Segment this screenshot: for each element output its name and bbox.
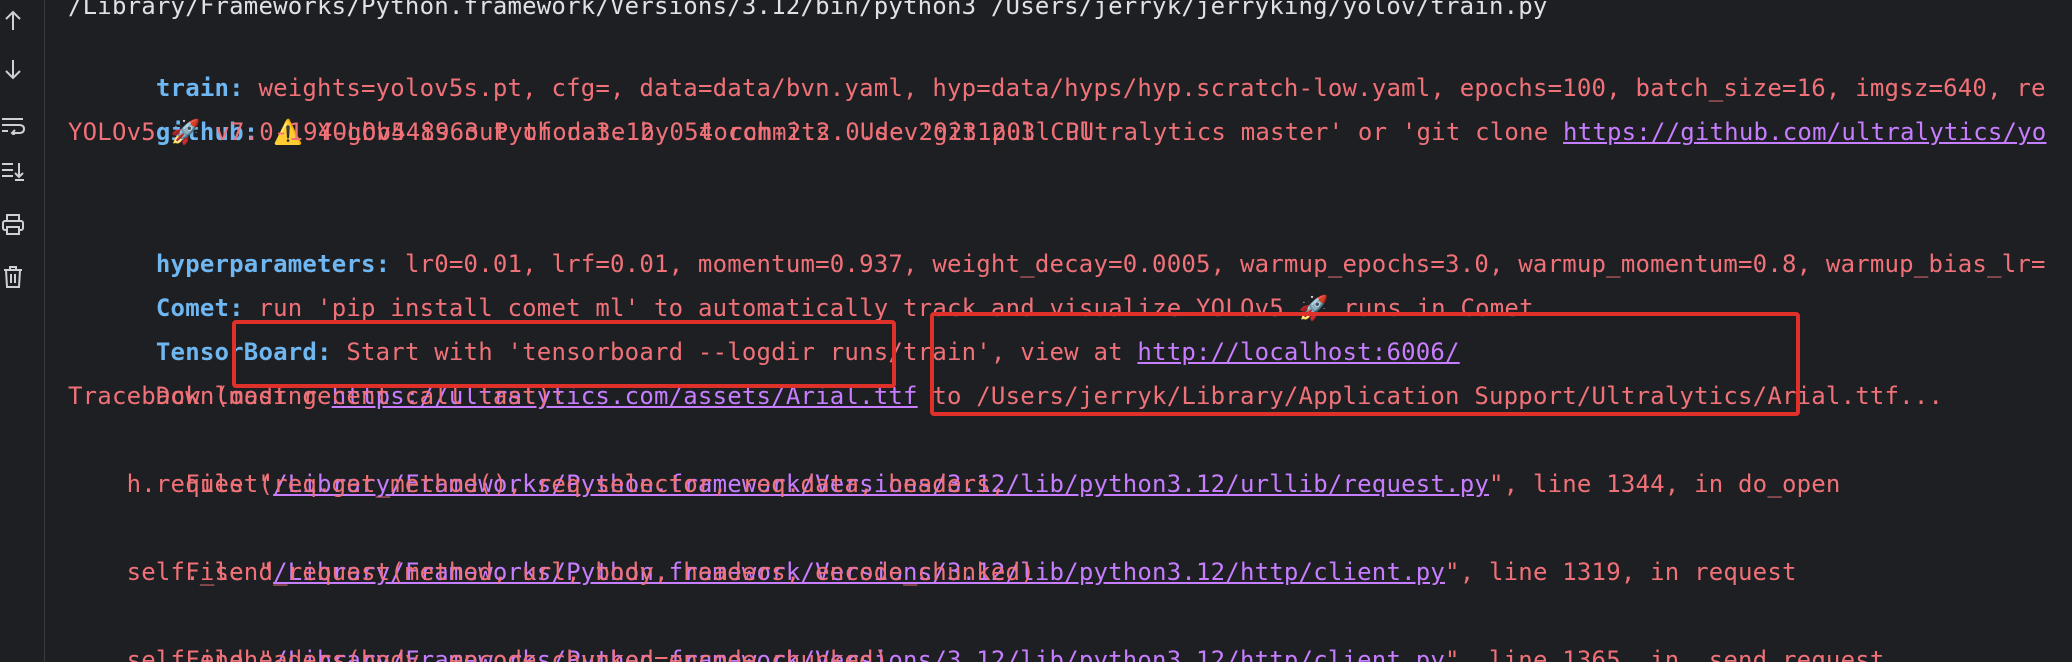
traceback-code-line: self.endheaders(body, encode_chunked=enc… — [68, 646, 889, 662]
github-repo-link[interactable]: https://github.com/ultralytics/yo — [1563, 118, 2046, 146]
frame-suffix: ", line 1344, in do_open — [1489, 470, 1841, 498]
soft-wrap-icon[interactable] — [0, 110, 26, 140]
tensorboard-line: TensorBoard: Start with 'tensorboard --l… — [68, 286, 1460, 366]
frame-suffix: ", line 1319, in request — [1445, 558, 1797, 586]
hyperparameters-line: hyperparameters: lr0=0.01, lrf=0.01, mom… — [68, 198, 2046, 278]
train-args-line: train: weights=yolov5s.pt, cfg=, data=da… — [68, 22, 2046, 102]
trash-icon[interactable] — [0, 262, 26, 292]
print-icon[interactable] — [0, 210, 26, 240]
version-line: YOLOv5 🚀 v7.0-194-gbb448963 Python-3.12.… — [68, 118, 1095, 146]
console-output[interactable]: /Library/Frameworks/Python.framework/Ver… — [68, 0, 2072, 662]
traceback-header: Traceback (most recent call last): — [68, 382, 567, 410]
scroll-to-end-icon[interactable] — [0, 156, 26, 186]
traceback-frame-client-send: File "/Library/Frameworks/Python.framewo… — [68, 594, 1885, 662]
up-arrow-icon[interactable] — [0, 6, 26, 36]
comet-line: Comet: run 'pip install comet_ml' to aut… — [68, 242, 1534, 322]
downloading-line: Downloading https://ultralytics.com/asse… — [68, 330, 1943, 410]
traceback-code-line: self._send_request(method, url, body, he… — [68, 558, 1035, 586]
frame-suffix: ", line 1365, in _send_request — [1445, 646, 1885, 662]
github-warning-line: github: ⚠️ YOLOv5 is out of date by 54 c… — [68, 66, 2046, 146]
download-destination-text: to /Users/jerryk/Library/Application Sup… — [917, 382, 1944, 410]
console-toolbar — [0, 0, 45, 662]
run-console-window: /Library/Frameworks/Python.framework/Ver… — [0, 0, 2072, 662]
down-arrow-icon[interactable] — [0, 54, 26, 84]
traceback-frame-request: File "/Library/Frameworks/Python.framewo… — [68, 418, 1841, 498]
traceback-code-line: h.request(req.get_method(), req.selector… — [68, 470, 1006, 498]
traceback-frame-client-request: File "/Library/Frameworks/Python.framewo… — [68, 506, 1797, 586]
